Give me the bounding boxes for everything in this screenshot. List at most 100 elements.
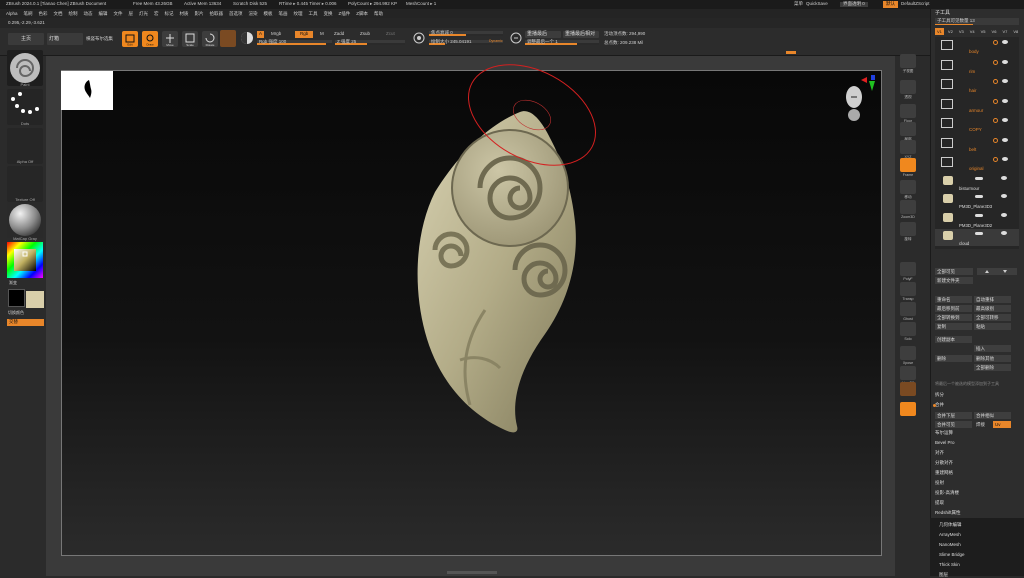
subtool-folder[interactable]: hair xyxy=(935,76,1019,94)
rotate-button[interactable]: Rotate xyxy=(202,31,218,47)
geometry-section-item[interactable]: Thick Skin xyxy=(939,562,960,568)
version-tab[interactable]: V6 xyxy=(990,28,999,35)
version-tab[interactable]: V7 xyxy=(1000,28,1009,35)
subtool-folder[interactable]: COPY xyxy=(935,115,1019,133)
version-tab[interactable]: V8 xyxy=(1011,28,1020,35)
tray-section-item[interactable]: 投射 xyxy=(935,480,944,486)
menu-item[interactable]: 渲染 xyxy=(249,11,258,17)
a-button[interactable]: A xyxy=(257,31,265,38)
version-tab[interactable]: V2 xyxy=(946,28,955,35)
tray-section-item[interactable]: 提取 xyxy=(935,500,944,506)
floor-icon[interactable] xyxy=(900,104,916,118)
eye-icon[interactable] xyxy=(1002,98,1008,103)
version-tab[interactable]: V5 xyxy=(979,28,988,35)
toggle-switch[interactable] xyxy=(975,176,983,180)
primary-color-swatch[interactable] xyxy=(8,289,25,307)
secondary-color-swatch[interactable] xyxy=(26,291,44,308)
subtool-folder[interactable]: body xyxy=(935,37,1019,55)
zcut-button[interactable]: Zcut xyxy=(386,31,395,37)
rgb-button[interactable]: Rgb xyxy=(295,31,314,38)
mrgb-button[interactable]: Mrgb xyxy=(271,31,281,37)
tray-section-item[interactable]: 分散对齐 xyxy=(935,460,953,466)
menu-toggle[interactable]: 菜单 xyxy=(794,1,803,7)
ghost-icon[interactable] xyxy=(900,302,916,316)
tray-action-button[interactable]: 插入 xyxy=(974,345,1011,352)
edit-button[interactable]: Edit xyxy=(122,31,138,47)
subtool-arrows[interactable] xyxy=(977,268,1017,275)
home-view-icon[interactable] xyxy=(900,402,916,416)
eye-icon[interactable] xyxy=(1002,79,1008,83)
eye-icon[interactable] xyxy=(1001,212,1007,217)
xpose-icon[interactable] xyxy=(900,346,916,360)
tray-section-item[interactable]: 合并下层 xyxy=(935,412,972,419)
material-swatch-icon[interactable] xyxy=(900,382,916,396)
adjust-last-slider[interactable]: 调整最后一个 1 xyxy=(525,39,599,45)
subtool-title[interactable]: 子工具 xyxy=(935,11,950,16)
tray-action-button[interactable]: 全部删除 xyxy=(974,364,1011,371)
menu-item[interactable]: 变换 xyxy=(324,11,333,17)
menu-item[interactable]: 色彩 xyxy=(39,11,48,17)
tray-action-button[interactable]: 全部可转移 xyxy=(974,314,1011,321)
menu-item[interactable]: Z插件 xyxy=(339,11,351,17)
tray-section-item[interactable]: 对齐 xyxy=(935,450,944,456)
toggle-switch[interactable] xyxy=(975,213,983,217)
zadd-button[interactable]: Zadd xyxy=(334,31,344,37)
draw-button[interactable]: Draw xyxy=(142,31,158,47)
geometry-section-item[interactable]: 图层 xyxy=(939,572,948,578)
material-preview[interactable] xyxy=(220,30,236,47)
macro-label[interactable]: 横竖布尔选集 xyxy=(86,36,113,42)
menu-item[interactable]: 灯光 xyxy=(139,11,148,17)
gear-icon[interactable] xyxy=(993,98,998,104)
tray-action-button[interactable]: 删除 xyxy=(935,355,972,362)
eye-icon[interactable] xyxy=(1002,157,1008,161)
menu-item[interactable]: 模板 xyxy=(264,11,273,17)
gear-icon[interactable] xyxy=(993,157,998,162)
weld-button[interactable]: 焊接 xyxy=(974,421,991,428)
scale-button[interactable]: Scale xyxy=(182,31,198,47)
toggle-switch[interactable] xyxy=(975,195,983,198)
geometry-section-item[interactable]: Slime Bridge xyxy=(939,552,965,558)
menu-item[interactable]: 文档 xyxy=(54,11,63,17)
menu-item[interactable]: 工具 xyxy=(309,11,318,17)
subtool-folder[interactable]: rim xyxy=(935,57,1019,75)
switch-color-label[interactable]: 切换颜色 xyxy=(8,311,24,315)
replay-last-button[interactable]: 重播最后 xyxy=(525,31,561,38)
tray-section-item[interactable]: 投影-高清楼 xyxy=(935,490,959,496)
tab-lightbox[interactable]: 灯箱 xyxy=(47,33,83,45)
rgb-intensity-slider[interactable]: Rgb 强度 100 xyxy=(257,39,332,45)
menu-item[interactable]: 笔刷 xyxy=(24,11,33,17)
subtool-item[interactable]: PM3D_Plane3D3 xyxy=(935,192,1019,209)
m-button[interactable]: M xyxy=(320,31,324,37)
subview-icon[interactable] xyxy=(900,54,916,68)
version-tab[interactable]: V3 xyxy=(957,28,966,35)
tray-action-button[interactable]: 复制 xyxy=(935,323,972,330)
tray-section-item[interactable]: 合并 xyxy=(935,402,944,408)
eye-icon[interactable] xyxy=(1002,59,1008,64)
alternate-button[interactable]: 交替 xyxy=(7,319,44,326)
navigator-thumbnail[interactable] xyxy=(61,71,113,110)
eye-icon[interactable] xyxy=(1001,175,1007,180)
zsub-button[interactable]: Zsub xyxy=(360,31,370,37)
tray-action-button[interactable]: 删除其他 xyxy=(974,355,1011,362)
menu-item[interactable]: 动态 xyxy=(84,11,93,17)
gear-icon[interactable] xyxy=(993,59,998,65)
new-folder-button[interactable]: 新建文件夹 xyxy=(935,277,973,284)
color-sphere-icon[interactable] xyxy=(240,31,254,45)
all-visible-button[interactable]: 全部可见 xyxy=(935,268,973,275)
menu-item[interactable]: 编辑 xyxy=(99,11,108,17)
eye-icon[interactable] xyxy=(1001,194,1007,198)
menu-item[interactable]: Z脚本 xyxy=(356,11,368,17)
tray-section-item[interactable]: Redshift属性 xyxy=(935,510,961,516)
menu-item[interactable]: 层 xyxy=(129,11,134,17)
local-icon[interactable] xyxy=(900,122,916,136)
brush-button[interactable] xyxy=(7,50,43,86)
tray-action-button[interactable]: 最后移到前 xyxy=(935,305,972,312)
subtool-item[interactable]: bisturmour xyxy=(935,174,1019,191)
menu-item[interactable]: 笔画 xyxy=(279,11,288,17)
subtool-item[interactable]: PM3D_Plane3D2 xyxy=(935,211,1019,228)
stroke-button[interactable] xyxy=(7,89,43,125)
gear-icon[interactable] xyxy=(993,79,998,84)
tray-section-item[interactable]: 合并可见 xyxy=(935,421,972,428)
perspective-icon[interactable] xyxy=(900,80,916,94)
eye-icon[interactable] xyxy=(1002,118,1008,122)
